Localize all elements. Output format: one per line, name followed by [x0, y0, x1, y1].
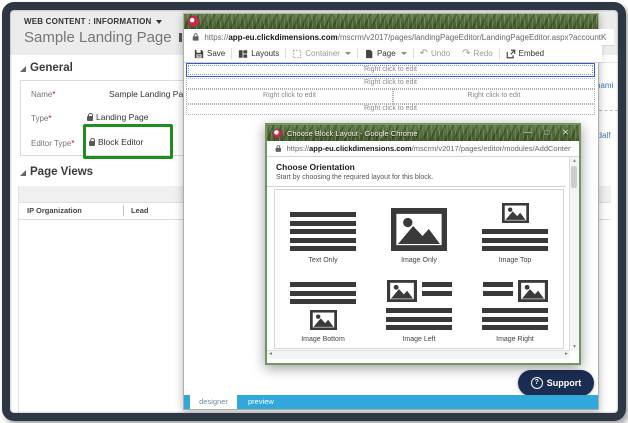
- scroll-left-icon[interactable]: ◄: [268, 351, 273, 358]
- support-button[interactable]: ? Support: [518, 370, 594, 396]
- browser-title-bar[interactable]: [184, 14, 598, 29]
- tab-preview[interactable]: preview: [248, 395, 274, 409]
- text-bars-icon: [290, 282, 356, 304]
- field-label-name: Name*: [31, 90, 55, 99]
- dialog-subheading: Start by choosing the required layout fo…: [276, 174, 433, 181]
- url-text: https://app-eu.clickdimensions.com/mscrm…: [204, 33, 606, 42]
- undo-icon: ↶: [420, 50, 428, 58]
- image-icon: [310, 310, 337, 330]
- page-dropdown[interactable]: Page: [358, 45, 413, 62]
- dialog-title: Choose Block Layout - Google Chrome: [287, 129, 514, 138]
- scroll-right-icon[interactable]: ►: [564, 351, 569, 358]
- scroll-up-icon[interactable]: ▲: [570, 157, 579, 165]
- editor-toolbar: Save Layouts Container Page: [184, 45, 602, 63]
- text-bars-icon: [422, 282, 452, 296]
- choose-block-layout-dialog: Choose Block Layout - Google Chrome — □ …: [265, 123, 581, 365]
- annotation-highlight-box: [83, 124, 173, 159]
- scroll-down-icon[interactable]: ▼: [570, 343, 579, 351]
- chevron-down-icon: [401, 52, 407, 55]
- field-label-editor-type: Editor Type*: [31, 139, 74, 148]
- dialog-title-bar[interactable]: Choose Block Layout - Google Chrome — □ …: [267, 125, 579, 141]
- url-text: https://app-eu.clickdimensions.com/mscrm…: [287, 144, 571, 153]
- image-icon: [387, 280, 417, 302]
- framed-content: WEB CONTENT : INFORMATION Sample Landing…: [10, 10, 618, 413]
- address-bar[interactable]: https://app-eu.clickdimensions.com/mscrm…: [184, 29, 614, 46]
- undo-button[interactable]: ↶ Undo: [414, 45, 457, 62]
- column-divider: [123, 205, 124, 216]
- page-icon: [364, 49, 374, 59]
- entity-menu-label: WEB CONTENT : INFORMATION: [24, 17, 152, 26]
- maximize-button[interactable]: □: [540, 128, 553, 138]
- layout-option-image-left[interactable]: Image Left: [371, 269, 467, 348]
- canvas-block-selected[interactable]: Right click to edit: [186, 63, 595, 77]
- lock-icon: [192, 32, 199, 42]
- screenshot-root: WEB CONTENT : INFORMATION Sample Landing…: [0, 0, 628, 423]
- entity-menu[interactable]: WEB CONTENT : INFORMATION: [24, 17, 162, 26]
- column-header-lead[interactable]: Lead: [131, 206, 149, 215]
- layout-option-image-only[interactable]: Image Only: [371, 190, 467, 269]
- text-bars-icon: [386, 308, 452, 330]
- image-icon: [502, 203, 529, 223]
- image-icon: [518, 280, 548, 302]
- lock-icon: [275, 144, 282, 153]
- container-icon: [292, 49, 302, 59]
- dialog-address-bar[interactable]: https://app-eu.clickdimensions.com/mscrm…: [267, 141, 579, 157]
- page-title: Sample Landing Page: [24, 29, 195, 46]
- layout-options-grid: Text Only Image Only Image Top: [274, 189, 564, 349]
- text-bars-icon: [482, 229, 548, 251]
- image-only-icon: [391, 208, 447, 251]
- minimize-button[interactable]: —: [519, 128, 535, 138]
- horizontal-scrollbar[interactable]: ◄ ►: [267, 350, 570, 359]
- chevron-down-icon: [156, 20, 162, 24]
- save-button[interactable]: Save: [188, 45, 231, 62]
- tab-designer[interactable]: designer: [190, 395, 237, 409]
- layout-option-image-bottom[interactable]: Image Bottom: [275, 269, 371, 348]
- scrollbar-thumb[interactable]: [571, 166, 577, 188]
- close-button[interactable]: ✕: [558, 128, 573, 138]
- divider: [267, 186, 566, 187]
- canvas-block[interactable]: Right click to edit: [186, 78, 595, 89]
- field-label-type: Type*: [31, 114, 51, 123]
- embed-icon: [506, 49, 516, 59]
- section-expander-icon: [20, 66, 26, 72]
- layout-option-text-only[interactable]: Text Only: [275, 190, 371, 269]
- canvas-block-left-column[interactable]: Right click to edit: [186, 89, 393, 104]
- dialog-heading: Choose Orientation: [276, 162, 355, 172]
- layout-option-image-top[interactable]: Image Top: [467, 190, 563, 269]
- layouts-icon: [238, 49, 248, 59]
- layouts-button[interactable]: Layouts: [232, 45, 285, 62]
- section-page-views-label: Page Views: [30, 166, 93, 178]
- column-header-ip-organization[interactable]: IP Organization: [27, 206, 82, 215]
- lock-icon: [87, 116, 93, 121]
- footer-tab-strip: designer preview: [184, 395, 598, 409]
- page-title-text: Sample Landing Page: [24, 29, 172, 46]
- required-marker: *: [71, 139, 74, 148]
- chevron-down-icon: [345, 52, 351, 55]
- clickdimensions-favicon: [273, 129, 282, 138]
- dialog-body: Choose Orientation Start by choosing the…: [267, 157, 579, 359]
- section-general[interactable]: General: [20, 62, 73, 74]
- section-expander-icon: [20, 170, 26, 176]
- vertical-scrollbar[interactable]: ▲ ▼: [569, 157, 579, 351]
- canvas-block[interactable]: Right click to edit: [186, 104, 595, 115]
- layout-option-image-right[interactable]: Image Right: [467, 269, 563, 348]
- container-dropdown[interactable]: Container: [286, 45, 357, 62]
- section-page-views[interactable]: Page Views: [20, 166, 93, 178]
- text-only-icon: [290, 212, 356, 251]
- embed-button[interactable]: Embed: [500, 45, 550, 62]
- required-marker: *: [52, 90, 55, 99]
- redo-icon: ↷: [462, 50, 470, 58]
- help-icon: ?: [531, 377, 543, 389]
- field-value-type[interactable]: Landing Page: [87, 112, 148, 122]
- section-general-label: General: [30, 62, 73, 74]
- save-icon: [194, 49, 204, 59]
- field-value-name[interactable]: Sample Landing Page: [109, 89, 193, 99]
- canvas-block-right-column[interactable]: Right click to edit: [393, 89, 595, 104]
- required-marker: *: [48, 114, 51, 123]
- text-bars-icon: [483, 282, 513, 296]
- clickdimensions-favicon: [188, 16, 199, 27]
- redo-button[interactable]: ↷ Redo: [456, 45, 499, 62]
- text-bars-icon: [482, 308, 548, 330]
